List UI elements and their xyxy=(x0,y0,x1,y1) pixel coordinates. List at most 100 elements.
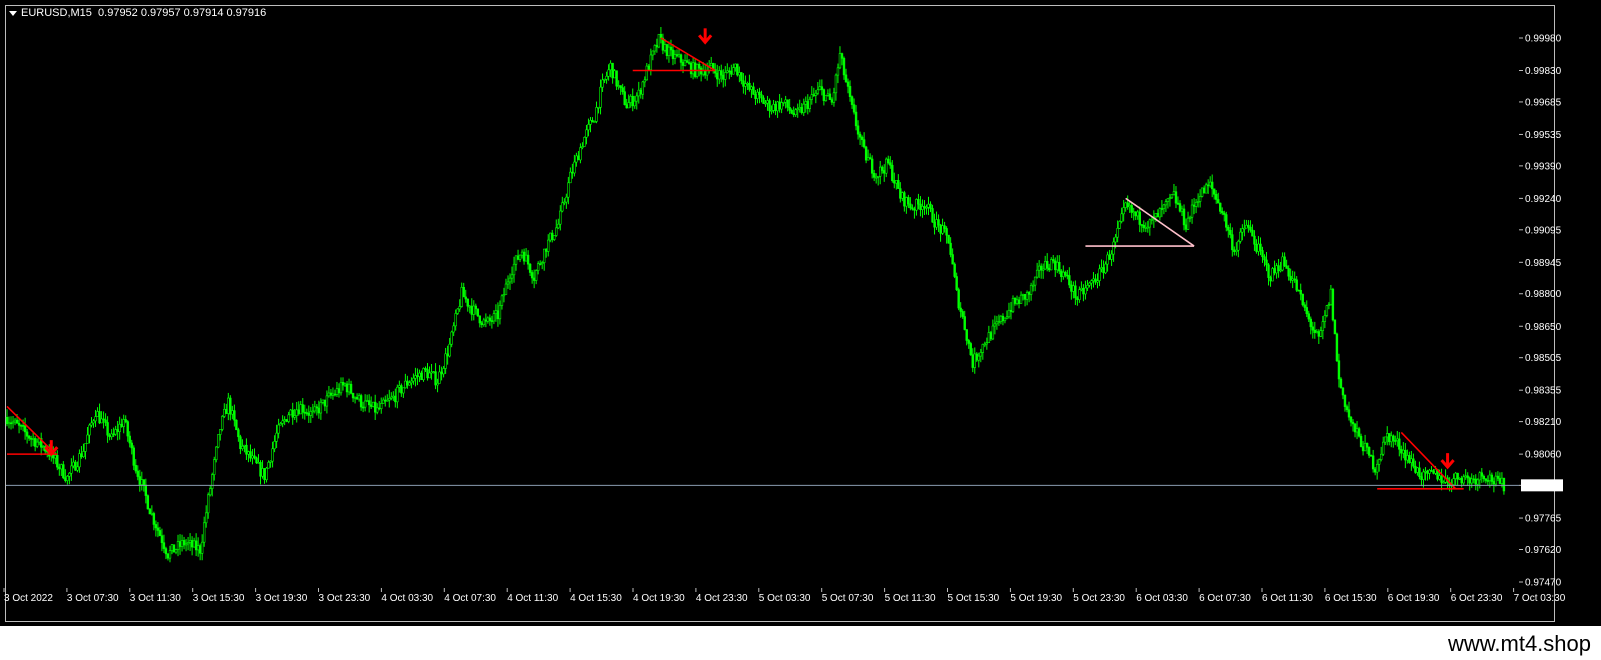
candle-body xyxy=(1011,298,1015,312)
candle-body xyxy=(557,223,560,229)
candle-body xyxy=(180,540,184,547)
candle-body xyxy=(1321,321,1325,331)
symbol-header: EURUSD,M15 0.97952 0.97957 0.97914 0.979… xyxy=(9,7,266,19)
candle-body xyxy=(462,286,465,298)
candle-body xyxy=(1283,256,1286,267)
candle-body xyxy=(935,219,938,228)
candle-body xyxy=(538,263,542,265)
candle-body xyxy=(1204,184,1208,194)
candle-body xyxy=(1050,259,1053,271)
candle-body xyxy=(565,196,568,203)
candle-body xyxy=(291,409,294,418)
candle-body xyxy=(633,100,636,107)
candle-body xyxy=(202,522,206,543)
candle-body xyxy=(1359,435,1363,447)
candle-body xyxy=(571,171,574,174)
candle-body xyxy=(1122,207,1125,215)
candle-body xyxy=(549,232,552,241)
candle-body xyxy=(1090,280,1093,284)
candle-body xyxy=(1317,331,1321,337)
candle-body xyxy=(1005,316,1009,319)
candle-body xyxy=(1377,459,1381,465)
price-tick-label: 0.99980 xyxy=(1525,34,1562,45)
candle-body xyxy=(172,544,176,553)
price-tick-label: 0.98650 xyxy=(1525,322,1562,333)
candle-body xyxy=(456,308,459,314)
candle-body xyxy=(931,208,934,223)
candle-body xyxy=(722,74,725,80)
candle-body xyxy=(458,306,461,310)
candle-body xyxy=(1367,446,1371,456)
candle-body xyxy=(1337,360,1341,380)
price-tick-label: 0.98210 xyxy=(1525,417,1562,428)
price-tick-label: 0.98505 xyxy=(1525,353,1562,364)
candle-body xyxy=(126,421,129,437)
candle-body xyxy=(108,434,111,438)
candle-body xyxy=(673,54,677,59)
candle-body xyxy=(329,392,333,396)
candle-body xyxy=(919,203,922,210)
candle-body xyxy=(184,543,188,546)
candle-body xyxy=(649,54,653,71)
time-tick-label: 3 Oct 23:30 xyxy=(319,593,371,604)
chart-window[interactable]: 0.99980 0.99830 0.99685 0.99535 0.99390 0.992… xyxy=(0,0,1601,660)
candle-body xyxy=(31,438,35,440)
candle-body xyxy=(1295,279,1298,291)
candle-body xyxy=(925,207,928,209)
candle-body xyxy=(1054,260,1057,271)
candle-body xyxy=(190,540,194,548)
candle-body xyxy=(1082,287,1085,295)
candle-body xyxy=(78,453,81,468)
candle-body xyxy=(1396,438,1399,441)
candle-body xyxy=(213,459,216,475)
candle-body xyxy=(834,74,838,94)
candle-body xyxy=(424,368,427,370)
candle-body xyxy=(1440,475,1443,483)
candle-body xyxy=(482,319,486,326)
candle-body xyxy=(265,467,268,481)
candle-body xyxy=(1148,219,1152,228)
candle-body xyxy=(619,85,622,88)
candle-body xyxy=(1480,472,1483,477)
price-tick-label: 0.97765 xyxy=(1525,514,1562,525)
dropdown-triangle-icon[interactable] xyxy=(9,10,17,16)
candle-body xyxy=(728,70,731,73)
candle-body xyxy=(1309,318,1312,328)
candle-body xyxy=(1339,378,1343,389)
candle-body xyxy=(1064,271,1067,276)
candle-body xyxy=(1400,449,1403,454)
candle-body xyxy=(1271,268,1274,282)
candle-body xyxy=(124,419,127,422)
candle-body xyxy=(518,254,522,260)
candle-body xyxy=(665,44,669,56)
candle-body xyxy=(1021,294,1025,296)
candle-body xyxy=(677,54,681,57)
candle-body xyxy=(1003,317,1007,322)
candle-body xyxy=(848,86,852,97)
candle-body xyxy=(1297,289,1300,292)
candle-body xyxy=(581,146,584,148)
candle-body xyxy=(1132,211,1135,214)
candle-body xyxy=(641,81,644,95)
time-tick-label: 5 Oct 03:30 xyxy=(759,593,811,604)
candle-body xyxy=(816,89,820,94)
candle-body xyxy=(339,382,343,394)
candle-body xyxy=(567,182,570,198)
candle-body xyxy=(778,101,781,110)
candle-body xyxy=(522,251,526,262)
candle-body xyxy=(347,383,351,393)
candle-body xyxy=(874,176,878,179)
candle-body xyxy=(76,466,79,471)
candle-body xyxy=(512,263,516,276)
candle-body xyxy=(502,294,506,297)
candle-body xyxy=(277,424,280,434)
candle-body xyxy=(1229,230,1232,235)
candle-body xyxy=(450,331,453,345)
candle-body xyxy=(160,535,164,544)
price-chart[interactable]: 0.99980 0.99830 0.99685 0.99535 0.99390 0.992… xyxy=(0,0,1601,626)
candle-body xyxy=(768,100,771,112)
candle-body xyxy=(317,407,321,414)
candle-body xyxy=(1398,438,1401,450)
candle-body xyxy=(376,407,379,413)
candle-body xyxy=(221,416,224,430)
